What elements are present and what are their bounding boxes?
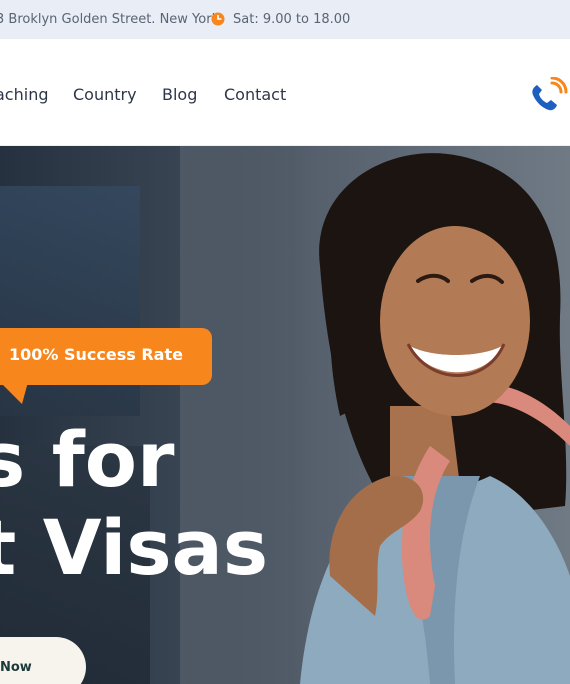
- address-text: 3 Broklyn Golden Street. New York: [0, 12, 220, 27]
- hero-heading: s for t Visas: [0, 416, 268, 592]
- phone-icon[interactable]: [528, 77, 568, 113]
- hero-section: 100% Success Rate s for t Visas Now: [0, 146, 570, 684]
- success-rate-badge: 100% Success Rate: [0, 328, 212, 404]
- hero-heading-line-2: t Visas: [0, 503, 269, 592]
- hero-heading-line-1: s for: [0, 415, 175, 504]
- hero-woman-photo: [300, 153, 570, 684]
- clock-icon: [211, 12, 225, 26]
- cta-label: Now: [0, 660, 32, 675]
- nav-item-coaching[interactable]: aching: [0, 85, 48, 104]
- top-info-bar: 3 Broklyn Golden Street. New York Sat: 9…: [0, 0, 570, 39]
- nav-item-country[interactable]: Country: [73, 85, 137, 104]
- badge-text: 100% Success Rate: [9, 345, 183, 364]
- apply-now-button[interactable]: Now: [0, 637, 86, 684]
- opening-hours-text: Sat: 9.00 to 18.00: [233, 12, 351, 27]
- background-pillar: [180, 146, 290, 684]
- nav-item-contact[interactable]: Contact: [224, 85, 286, 104]
- main-header: aching Country Blog Contact: [0, 39, 570, 146]
- nav-item-blog[interactable]: Blog: [162, 85, 197, 104]
